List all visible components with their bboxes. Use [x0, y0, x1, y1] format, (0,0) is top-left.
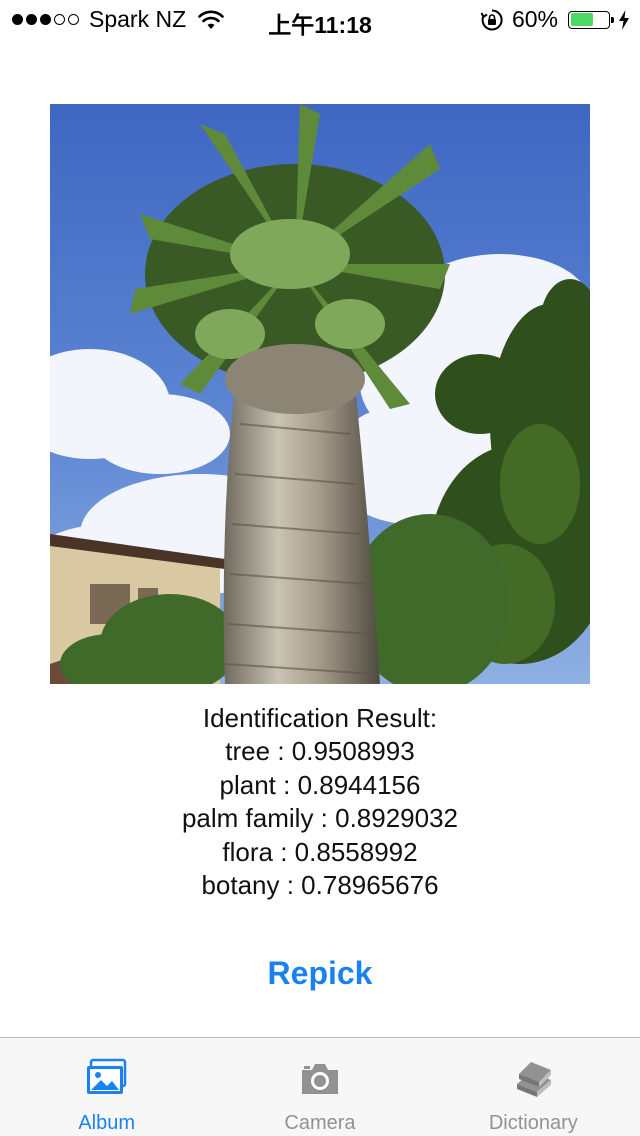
tab-label: Album: [78, 1112, 136, 1134]
result-heading: Identification Result:: [202, 703, 438, 733]
tab-label: Camera: [284, 1112, 356, 1134]
tab-dictionary[interactable]: Dictionary: [427, 1038, 640, 1136]
repick-button[interactable]: Repick: [0, 955, 640, 992]
rotation-lock-icon: [480, 8, 503, 30]
result-item: botany : 0.78965676: [201, 870, 439, 901]
battery-percentage: 60%: [511, 6, 558, 32]
battery-icon: [568, 10, 614, 29]
selected-photo: [50, 104, 590, 684]
tab-bar: Album Camera Dictionary: [0, 1037, 640, 1136]
status-right: 60%: [480, 6, 630, 33]
tab-album[interactable]: Album: [0, 1038, 213, 1136]
status-bar: Spark NZ 上午11:18 60%: [0, 0, 640, 40]
result-item: palm family : 0.8929032: [181, 803, 459, 834]
tab-camera[interactable]: Camera: [213, 1038, 426, 1136]
album-icon: [86, 1058, 126, 1094]
battery-level: [570, 13, 593, 26]
tab-label: Dictionary: [488, 1112, 578, 1134]
palm-tree-photo: [50, 104, 590, 684]
result-item: tree : 0.9508993: [225, 736, 415, 767]
charging-bolt-icon: [619, 9, 629, 30]
result-item: plant : 0.8944156: [219, 769, 421, 800]
camera-icon: [301, 1064, 338, 1094]
dictionary-icon: [517, 1062, 552, 1097]
identification-result: Identification Result: tree : 0.9508993 …: [0, 702, 640, 902]
result-item: flora : 0.8558992: [222, 836, 418, 867]
